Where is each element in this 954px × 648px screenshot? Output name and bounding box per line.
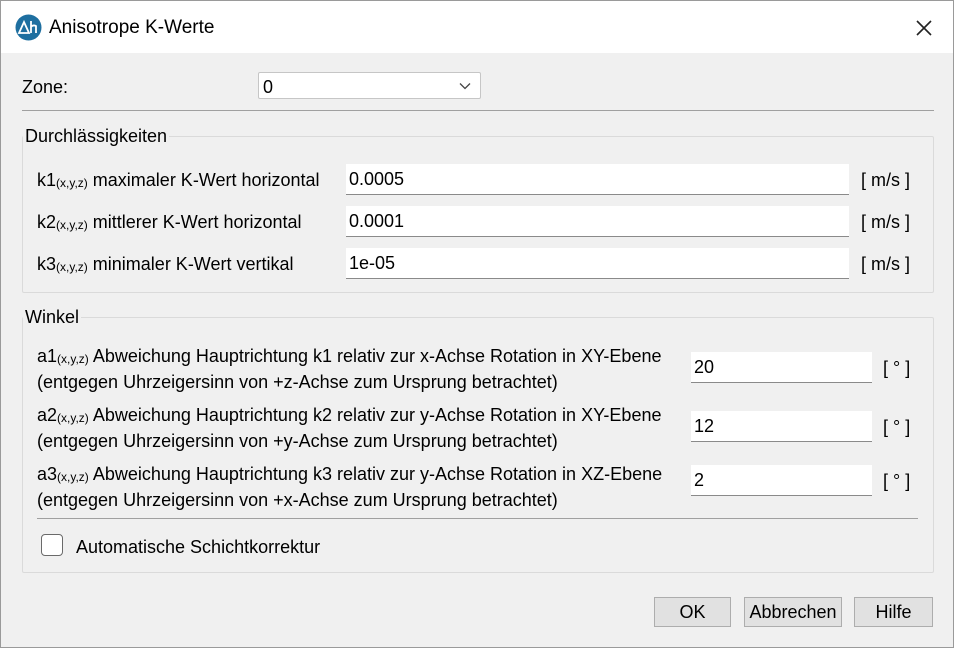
zone-label: Zone:: [22, 77, 69, 97]
title-bar: Anisotrope K-Werte: [1, 1, 953, 53]
a1-input[interactable]: [691, 352, 872, 383]
help-button[interactable]: Hilfe: [854, 597, 933, 627]
a2-input[interactable]: [691, 411, 872, 442]
k2-label: k2(x,y,z) mittlerer K-Wert horizontal: [37, 212, 302, 232]
ok-button[interactable]: OK: [654, 597, 731, 627]
k2-input[interactable]: [346, 206, 849, 237]
k1-input[interactable]: [346, 164, 849, 195]
k3-unit: [ m/s ]: [861, 254, 910, 274]
k2-unit: [ m/s ]: [861, 212, 910, 232]
layer-correction-label[interactable]: Automatische Schichtkorrektur: [76, 537, 320, 558]
separator: [22, 110, 934, 111]
a2-unit: [ ° ]: [883, 417, 911, 437]
a1-unit: [ ° ]: [883, 358, 911, 378]
k1-label: k1(x,y,z) maximaler K-Wert horizontal: [37, 170, 320, 190]
a3-input[interactable]: [691, 465, 872, 496]
a3-unit: [ ° ]: [883, 471, 911, 491]
delta-h-logo-icon: [15, 14, 42, 41]
cancel-button[interactable]: Abbrechen: [744, 597, 842, 627]
angles-group-title: Winkel: [23, 307, 82, 328]
layer-correction-checkbox[interactable]: [41, 534, 63, 556]
dialog-window: Anisotrope K-Werte Zone: 0 Durchlässigke…: [0, 0, 954, 648]
chevron-down-icon: [459, 83, 471, 90]
separator: [37, 518, 918, 519]
zone-select[interactable]: 0: [258, 72, 481, 99]
a1-label: a1(x,y,z) Abweichung Hauptrichtung k1 re…: [37, 346, 662, 392]
close-icon[interactable]: [909, 13, 939, 43]
a2-label: a2(x,y,z) Abweichung Hauptrichtung k2 re…: [37, 405, 662, 451]
permeability-group-title: Durchlässigkeiten: [23, 126, 170, 147]
k3-input[interactable]: [346, 248, 849, 279]
k1-unit: [ m/s ]: [861, 170, 910, 190]
zone-select-value: 0: [263, 77, 274, 97]
k3-label: k3(x,y,z) minimaler K-Wert vertikal: [37, 254, 294, 274]
window-title: Anisotrope K-Werte: [49, 17, 215, 38]
a3-label: a3(x,y,z) Abweichung Hauptrichtung k3 re…: [37, 464, 663, 510]
